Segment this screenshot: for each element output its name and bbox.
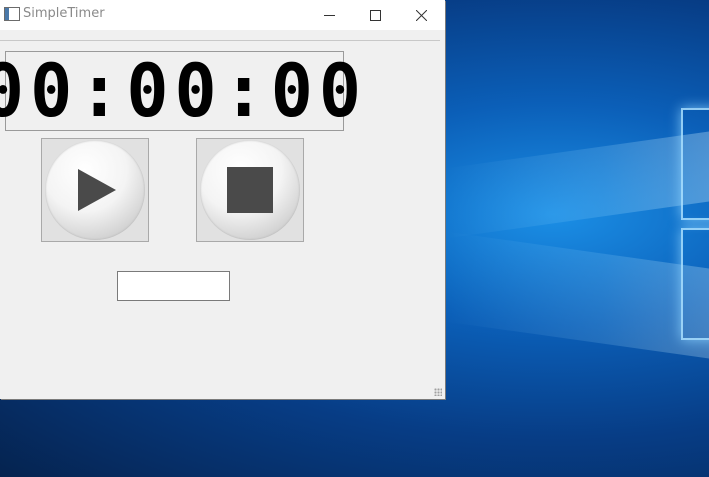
- close-icon: [415, 9, 427, 21]
- toolbar-divider: [0, 40, 440, 41]
- title-bar[interactable]: SimpleTimer: [0, 0, 445, 30]
- minimize-button[interactable]: [306, 0, 352, 30]
- timer-display: 00:00:00: [0, 50, 361, 132]
- app-window: SimpleTimer 00:00:00: [0, 0, 445, 399]
- maximize-icon: [369, 9, 381, 21]
- window-logo-pane-bottom: [681, 228, 709, 340]
- timer-input[interactable]: [117, 271, 230, 301]
- window-logo-pane-top: [681, 108, 709, 220]
- play-button[interactable]: [41, 138, 149, 242]
- stop-icon: [227, 167, 273, 213]
- maximize-button[interactable]: [352, 0, 398, 30]
- play-button-orb: [45, 140, 145, 240]
- close-button[interactable]: [398, 0, 444, 30]
- window-title: SimpleTimer: [23, 6, 105, 21]
- play-icon: [78, 169, 116, 211]
- resize-grip[interactable]: [434, 388, 442, 396]
- stop-button[interactable]: [196, 138, 304, 242]
- timer-digits: 00:00:00: [0, 47, 368, 135]
- app-icon: [4, 7, 20, 21]
- minimize-icon: [323, 14, 335, 16]
- stop-button-orb: [200, 140, 300, 240]
